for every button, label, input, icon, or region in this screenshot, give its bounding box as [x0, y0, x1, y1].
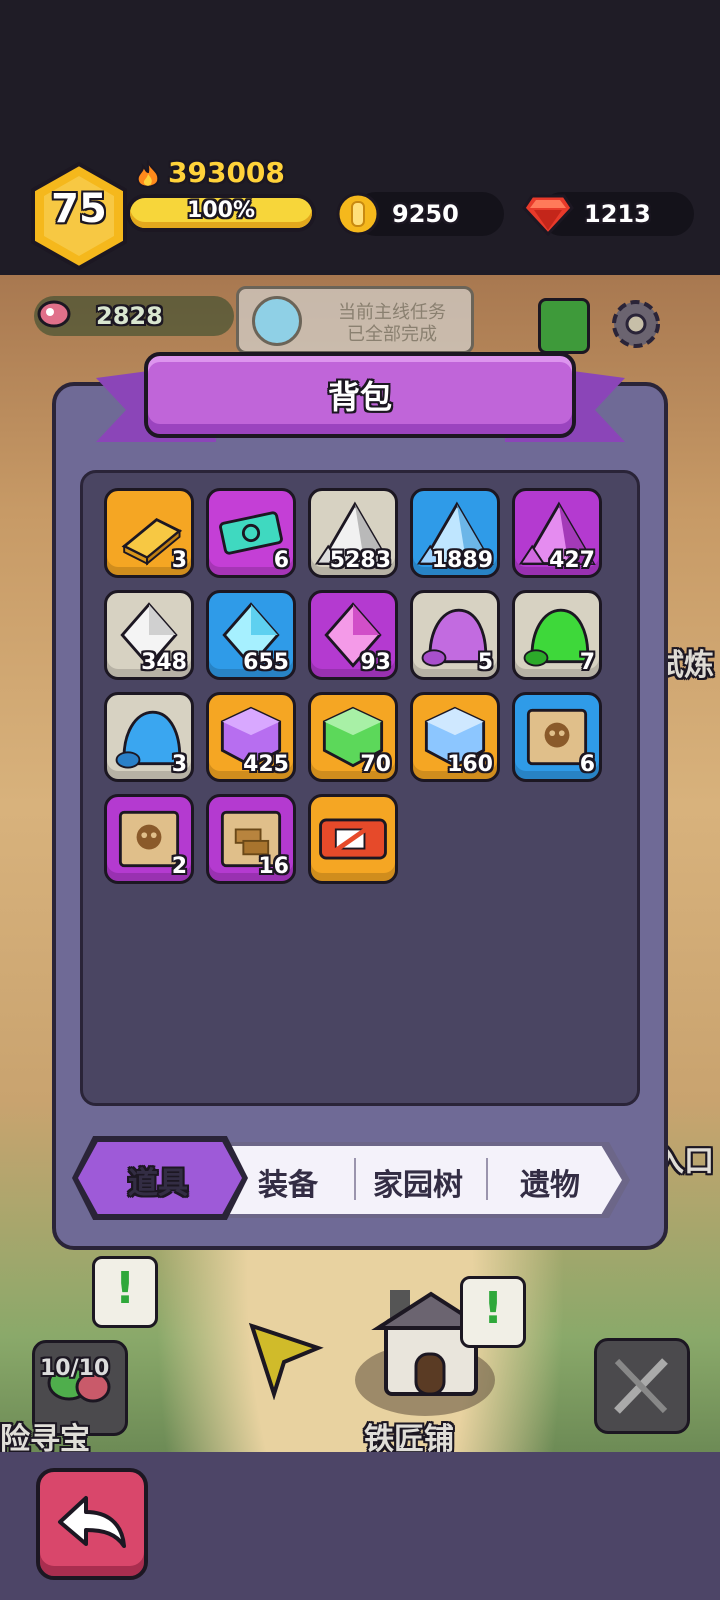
- inventory-slot-ticket[interactable]: 6: [206, 488, 296, 578]
- level-number: 75: [51, 186, 107, 232]
- item-count: 93: [360, 650, 391, 675]
- item-count: 2: [171, 854, 187, 879]
- inventory-slot-blue-cube[interactable]: 160: [410, 692, 500, 782]
- item-count: 3: [171, 752, 187, 777]
- back-arrow-icon: [58, 1496, 126, 1548]
- inventory-slot-blue-ore[interactable]: 1889: [410, 488, 500, 578]
- item-count: 425: [243, 752, 289, 777]
- inventory-slot-no-ads-ticket[interactable]: [308, 794, 398, 884]
- exp-bar: 100%: [126, 194, 316, 232]
- inventory-slot-purple-cube[interactable]: 425: [206, 692, 296, 782]
- fire-icon: [134, 159, 162, 190]
- gold-value: 9250: [392, 200, 459, 228]
- item-count: 7: [579, 650, 595, 675]
- inventory-slot-purple-crystal[interactable]: 93: [308, 590, 398, 680]
- tab-divider: [354, 1158, 356, 1200]
- food-value: 2828: [96, 302, 163, 330]
- item-count: 3: [171, 548, 187, 573]
- power-value: 393008: [168, 156, 285, 189]
- alert-icon-left: !: [92, 1256, 158, 1328]
- item-count: 5: [477, 650, 493, 675]
- inventory-slot-skull-map-purple[interactable]: 2: [104, 794, 194, 884]
- inventory-slot-skull-map-blue[interactable]: 6: [512, 692, 602, 782]
- item-count: 160: [447, 752, 493, 777]
- tab-items[interactable]: 道具: [98, 1158, 218, 1202]
- slime-count: 10/10: [40, 1356, 110, 1381]
- item-count: 70: [360, 752, 391, 777]
- sword-icon: [614, 1358, 668, 1414]
- quest-icon: [252, 296, 302, 346]
- inventory-slot-white-ore[interactable]: 5283: [308, 488, 398, 578]
- inventory-slot-purple-slime[interactable]: 5: [410, 590, 500, 680]
- item-count: 6: [579, 752, 595, 777]
- panel-title: 背包: [327, 378, 392, 416]
- item-count: 427: [549, 548, 595, 573]
- inventory-slot-green-cube[interactable]: 70: [308, 692, 398, 782]
- inventory-slot-white-crystal[interactable]: 348: [104, 590, 194, 680]
- inventory-slot-blue-slime[interactable]: 3: [104, 692, 194, 782]
- item-count: 16: [258, 854, 289, 879]
- item-count: 6: [273, 548, 289, 573]
- back-button[interactable]: [36, 1468, 148, 1580]
- exp-percent: 100%: [187, 198, 255, 223]
- tab-divider: [486, 1158, 488, 1200]
- inventory-slot-gold-map-purple[interactable]: 16: [206, 794, 296, 884]
- quest-text-line2: 已全部完成: [347, 324, 437, 345]
- tab-relics[interactable]: 遗物: [490, 1160, 610, 1204]
- panel-title-box: 背包: [144, 352, 576, 438]
- inventory-slot-blue-crystal[interactable]: 655: [206, 590, 296, 680]
- no-ads-ticket-icon: [319, 818, 387, 860]
- tab-home-tree[interactable]: 家园树: [358, 1160, 478, 1204]
- sword-scroll-button[interactable]: [594, 1338, 690, 1434]
- menu-list-icon[interactable]: [538, 298, 590, 354]
- inventory-slot-gold-bar[interactable]: 3: [104, 488, 194, 578]
- arrow-marker-icon: [244, 1318, 324, 1401]
- level-badge[interactable]: 75: [30, 161, 128, 271]
- red-gem-icon: [522, 190, 574, 238]
- inventory-slot-green-slime[interactable]: 7: [512, 590, 602, 680]
- gold-coin-icon: [334, 190, 382, 238]
- meat-icon: [34, 294, 74, 334]
- item-count: 1889: [431, 548, 493, 573]
- item-count: 5283: [329, 548, 391, 573]
- gear-icon[interactable]: [606, 294, 666, 354]
- item-count: 348: [141, 650, 187, 675]
- alert-icon-right: !: [460, 1276, 526, 1348]
- gem-value: 1213: [584, 200, 651, 228]
- tab-equipment[interactable]: 装备: [228, 1160, 348, 1204]
- item-count: 655: [243, 650, 289, 675]
- inventory-slot-purple-ore[interactable]: 427: [512, 488, 602, 578]
